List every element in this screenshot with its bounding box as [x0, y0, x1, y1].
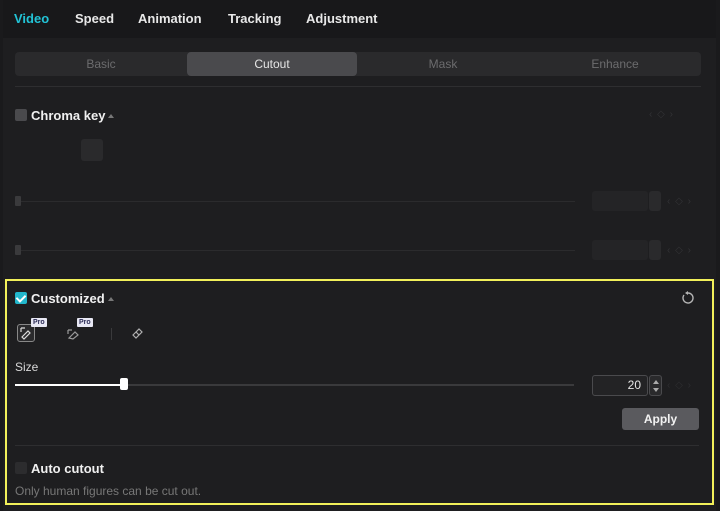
- keyframe-nav-icon: ‹ ◇ ›: [667, 380, 692, 391]
- subtab-basic[interactable]: Basic: [15, 52, 187, 76]
- tab-video[interactable]: Video: [14, 11, 49, 26]
- stepper-down-icon[interactable]: [653, 388, 659, 392]
- tab-adjustment[interactable]: Adjustment: [306, 11, 378, 26]
- auto-cutout-checkbox[interactable]: [15, 462, 27, 474]
- tab-speed[interactable]: Speed: [75, 11, 114, 26]
- pro-badge: Pro: [31, 318, 47, 327]
- reset-icon[interactable]: [681, 291, 695, 305]
- apply-button[interactable]: Apply: [622, 408, 699, 430]
- toolbar-separator: [111, 328, 112, 340]
- intensity-value-box: [592, 191, 648, 211]
- subtab-cutout[interactable]: Cutout: [187, 52, 357, 76]
- shadow-stepper: [649, 240, 661, 260]
- divider: [15, 86, 701, 87]
- size-stepper[interactable]: [649, 375, 662, 396]
- chevron-up-icon[interactable]: [108, 114, 114, 118]
- pro-badge: Pro: [77, 318, 93, 327]
- subtab-mask[interactable]: Mask: [357, 52, 529, 76]
- size-slider-thumb[interactable]: [120, 378, 128, 390]
- chevron-up-icon[interactable]: [108, 297, 114, 301]
- chroma-key-label: Chroma key: [31, 108, 106, 123]
- tab-animation[interactable]: Animation: [138, 11, 202, 26]
- shadow-slider-thumb: [15, 245, 21, 255]
- intensity-slider-thumb: [15, 196, 21, 206]
- auto-cutout-hint: Only human figures can be cut out.: [15, 484, 202, 498]
- color-picker-swatch: [81, 139, 103, 161]
- tab-tracking[interactable]: Tracking: [228, 11, 281, 26]
- smart-brush-icon: [20, 327, 31, 340]
- sub-tab-bar: Basic Cutout Mask Enhance: [15, 52, 701, 76]
- size-slider-fill: [15, 384, 124, 386]
- size-label: Size: [15, 360, 39, 374]
- intensity-stepper: [649, 191, 661, 211]
- subtab-enhance[interactable]: Enhance: [529, 52, 701, 76]
- keyframe-nav-icon: ‹ ◇ ›: [649, 109, 674, 120]
- shadow-value-box: [592, 240, 648, 260]
- size-slider-track[interactable]: [15, 384, 574, 386]
- customized-label: Customized: [31, 291, 105, 306]
- top-tab-bar: Video Speed Animation Tracking Adjustmen…: [3, 0, 716, 38]
- auto-cutout-label: Auto cutout: [31, 461, 104, 476]
- shadow-slider-track: [15, 250, 575, 251]
- keyframe-nav-icon: ‹ ◇ ›: [667, 245, 692, 256]
- chroma-key-checkbox[interactable]: [15, 109, 27, 121]
- customized-checkbox[interactable]: [15, 292, 27, 304]
- eraser-button[interactable]: [130, 324, 148, 342]
- keyframe-nav-icon: ‹ ◇ ›: [667, 196, 692, 207]
- size-value-input[interactable]: 20: [592, 375, 648, 396]
- eraser-icon: [132, 328, 143, 339]
- intensity-slider-track: [15, 201, 575, 202]
- stepper-up-icon[interactable]: [653, 380, 659, 384]
- divider: [15, 445, 699, 446]
